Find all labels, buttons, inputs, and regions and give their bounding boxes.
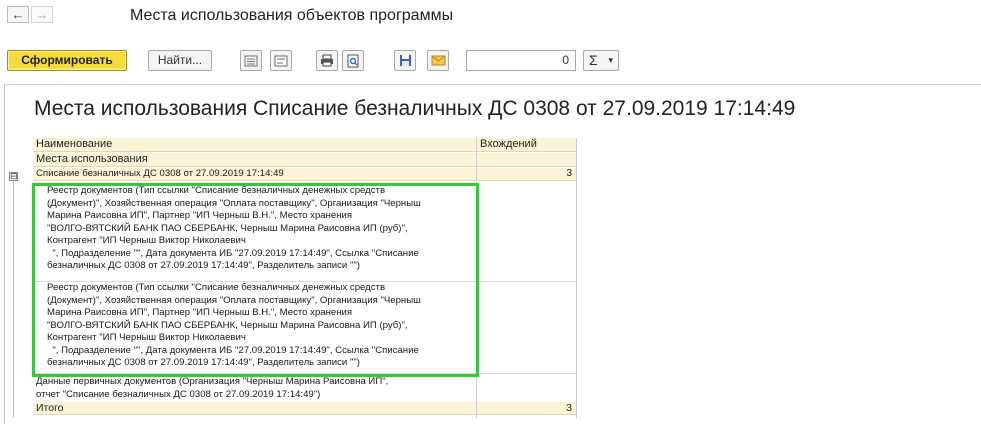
save-icon [399, 55, 411, 66]
total-label: Итого [36, 402, 64, 414]
total-row: Итого [33, 402, 476, 415]
column-subheader-label: Места использования [36, 153, 148, 165]
mail-button[interactable] [427, 50, 449, 71]
column-header-count-label: Вхождений [480, 138, 537, 150]
sigma-icon: Σ [589, 52, 598, 68]
column-header-name[interactable]: Наименование [33, 138, 476, 152]
column-header-count[interactable]: Вхождений [477, 138, 576, 152]
total-count-cell: 3 [477, 402, 576, 415]
forward-button[interactable]: → [31, 6, 53, 23]
total-count: 3 [566, 402, 572, 414]
group-row-count: 3 [566, 168, 572, 179]
expand-groups-icon [244, 55, 258, 66]
table-row-text: Данные первичных документов (Организация… [36, 376, 389, 400]
highlight-box [32, 183, 479, 377]
collapse-groups-button[interactable] [270, 50, 292, 71]
expand-groups-button[interactable] [240, 50, 262, 71]
find-button[interactable]: Найти... [148, 50, 212, 71]
column-divider [576, 138, 577, 418]
collapse-toggle-icon[interactable]: ⊟ [9, 172, 18, 181]
column-subheader-empty [477, 153, 576, 167]
column-subheader: Места использования [33, 153, 476, 167]
group-row-count-cell: 3 [477, 168, 576, 181]
arrow-right-icon: → [35, 7, 49, 22]
group-row[interactable]: Списание безналичных ДС 0308 от 27.09.20… [33, 168, 476, 181]
group-row-name: Списание безналичных ДС 0308 от 27.09.20… [36, 168, 284, 179]
preview-button[interactable] [342, 50, 364, 71]
collapse-groups-icon [274, 55, 288, 66]
back-button[interactable]: ← [7, 6, 29, 23]
table-row[interactable]: Данные первичных документов (Организация… [33, 374, 476, 401]
print-button[interactable] [316, 50, 338, 71]
preview-icon [347, 54, 359, 67]
save-button[interactable] [394, 50, 416, 71]
column-header-name-label: Наименование [36, 138, 113, 150]
sum-button[interactable]: Σ ▾ [583, 50, 619, 71]
tree-line [13, 181, 14, 417]
arrow-left-icon: ← [11, 7, 25, 22]
window-title: Места использования объектов программы [130, 7, 454, 24]
chevron-down-icon: ▾ [608, 55, 613, 65]
generate-button[interactable]: Сформировать [7, 50, 127, 71]
print-icon [321, 54, 333, 67]
mail-icon [431, 55, 445, 66]
report-title: Места использования Списание безналичных… [34, 97, 796, 120]
number-field[interactable]: 0 [466, 50, 576, 71]
